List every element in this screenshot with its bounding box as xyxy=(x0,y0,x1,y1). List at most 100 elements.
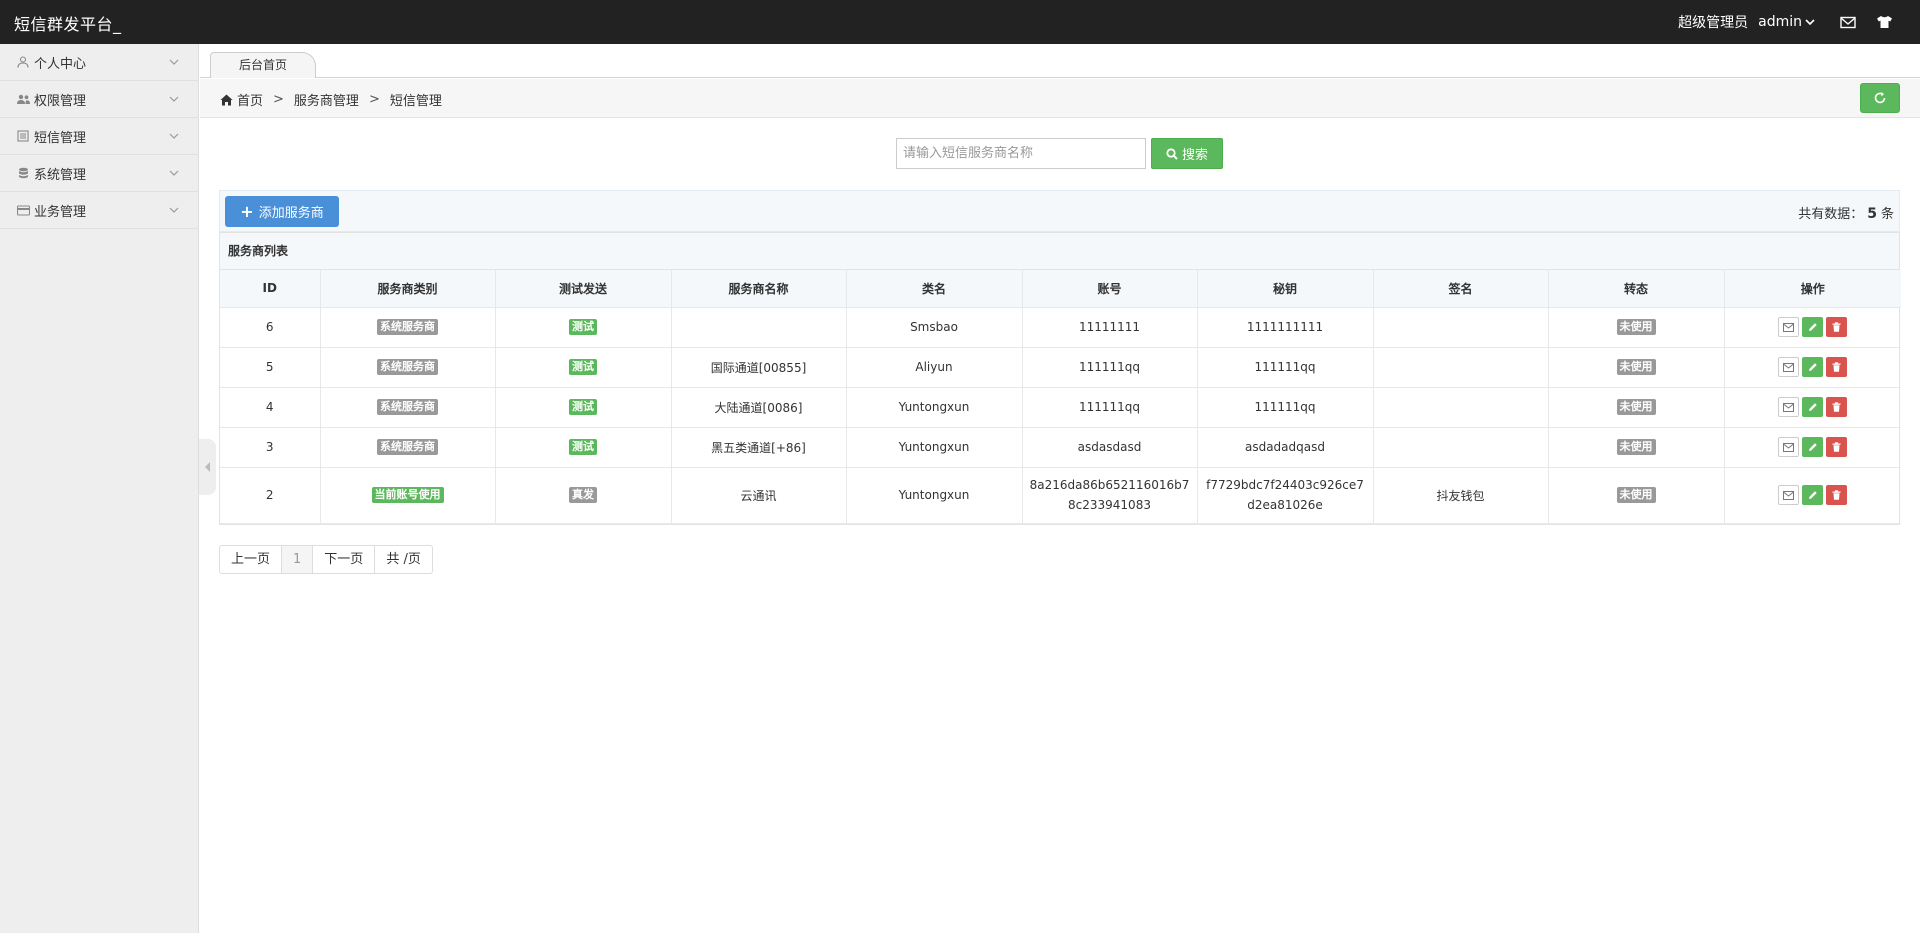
cell-category: 系统服务商 xyxy=(320,387,496,428)
edit-button[interactable] xyxy=(1802,397,1824,417)
cell-class-name: Aliyun xyxy=(846,347,1023,388)
sidebar-item-system[interactable]: 系统管理 xyxy=(0,155,198,192)
delete-button[interactable] xyxy=(1826,485,1848,505)
test-send-badge[interactable]: 测试 xyxy=(569,399,597,415)
envelope-icon xyxy=(1783,322,1795,332)
sidebar-item-permissions[interactable]: 权限管理 xyxy=(0,81,198,118)
sidebar-item-personal[interactable]: 个人中心 xyxy=(0,44,198,81)
sidebar-collapse-toggle[interactable] xyxy=(199,439,216,495)
search-input[interactable] xyxy=(896,138,1146,169)
next-page-button[interactable]: 下一页 xyxy=(313,546,376,573)
tshirt-icon[interactable] xyxy=(1874,12,1894,32)
tab-dashboard[interactable]: 后台首页 xyxy=(210,52,316,78)
user-icon xyxy=(16,55,30,69)
status-badge: 未使用 xyxy=(1616,399,1656,415)
cell-account: asdasdasd xyxy=(1022,427,1198,468)
delete-button[interactable] xyxy=(1826,397,1848,417)
sidebar-item-business[interactable]: 业务管理 xyxy=(0,192,198,229)
column-header: 服务商名称 xyxy=(671,270,847,308)
chevron-down-icon xyxy=(169,207,179,213)
send-message-button[interactable] xyxy=(1778,397,1800,417)
add-provider-button[interactable]: + 添加服务商 xyxy=(225,196,339,227)
cell-account: 8a216da86b652116016b78c233941083 xyxy=(1022,467,1198,524)
delete-button[interactable] xyxy=(1826,357,1848,377)
total-count: 共有数据： 5 条 xyxy=(1798,203,1894,222)
cell-id: 4 xyxy=(220,387,321,428)
pencil-icon xyxy=(1808,442,1818,452)
cell-secret: f7729bdc7f24403c926ce7d2ea81026e xyxy=(1197,467,1374,524)
cell-secret: 111111qq xyxy=(1197,387,1374,428)
cell-actions xyxy=(1724,467,1901,524)
list-toolbar: + 添加服务商 共有数据： 5 条 xyxy=(219,190,1900,232)
cell-provider-name: 国际通道[00855] xyxy=(671,347,847,388)
table-row: 2 当前账号使用 真发 云通讯 Yuntongxun 8a216da86b65211601… xyxy=(220,467,1901,524)
envelope-icon[interactable] xyxy=(1838,12,1858,32)
cell-provider-name: 云通讯 xyxy=(671,467,847,524)
cell-status: 未使用 xyxy=(1548,467,1725,524)
trash-icon xyxy=(1832,322,1841,332)
test-send-badge[interactable]: 真发 xyxy=(569,487,597,503)
app-title: 短信群发平台_ xyxy=(14,15,122,34)
header-right: 超级管理员 admin xyxy=(1678,0,1894,44)
table-header-row: ID 服务商类别 测试发送 服务商名称 类名 账号 秘钥 签名 转态 操作 xyxy=(220,270,1901,308)
current-page[interactable]: 1 xyxy=(282,546,314,573)
trash-icon xyxy=(1832,490,1841,500)
cell-signature: 抖友钱包 xyxy=(1373,467,1549,524)
column-header: 秘钥 xyxy=(1197,270,1374,308)
test-send-badge[interactable]: 测试 xyxy=(569,359,597,375)
cell-actions xyxy=(1724,427,1901,468)
column-header: 测试发送 xyxy=(495,270,672,308)
delete-button[interactable] xyxy=(1826,437,1848,457)
table-row: 3 系统服务商 测试 黑五类通道[+86] Yuntongxun asdasdasd asd… xyxy=(220,427,1901,468)
send-message-button[interactable] xyxy=(1778,317,1800,337)
prev-page-button[interactable]: 上一页 xyxy=(220,546,283,573)
cell-secret: asdadadqasd xyxy=(1197,427,1374,468)
delete-button[interactable] xyxy=(1826,317,1848,337)
breadcrumb-provider-mgmt[interactable]: 服务商管理 xyxy=(294,90,359,109)
cell-category: 系统服务商 xyxy=(320,347,496,388)
pencil-icon xyxy=(1808,362,1818,372)
test-send-badge[interactable]: 测试 xyxy=(569,439,597,455)
envelope-icon xyxy=(1783,490,1795,500)
category-badge: 系统服务商 xyxy=(377,319,438,335)
refresh-button[interactable] xyxy=(1860,83,1900,113)
chevron-down-icon xyxy=(169,170,179,176)
search-button[interactable]: 搜索 xyxy=(1151,138,1223,169)
edit-button[interactable] xyxy=(1802,437,1824,457)
cell-class-name: Yuntongxun xyxy=(846,427,1023,468)
column-header: ID xyxy=(220,270,321,308)
send-message-button[interactable] xyxy=(1778,485,1800,505)
top-header: 短信群发平台_ 超级管理员 admin xyxy=(0,0,1920,44)
cell-actions xyxy=(1724,387,1901,428)
provider-table: ID 服务商类别 测试发送 服务商名称 类名 账号 秘钥 签名 转态 操作 6 系… xyxy=(220,270,1901,524)
category-badge: 系统服务商 xyxy=(377,359,438,375)
pencil-icon xyxy=(1808,490,1818,500)
sidebar-item-sms[interactable]: 短信管理 xyxy=(0,118,198,155)
send-message-button[interactable] xyxy=(1778,357,1800,377)
user-role: 超级管理员 xyxy=(1678,15,1749,31)
cell-provider-name: 黑五类通道[+86] xyxy=(671,427,847,468)
category-badge: 当前账号使用 xyxy=(371,487,444,503)
user-menu[interactable]: admin xyxy=(1758,14,1816,30)
send-message-button[interactable] xyxy=(1778,437,1800,457)
edit-button[interactable] xyxy=(1802,317,1824,337)
sidebar-item-label: 权限管理 xyxy=(34,93,87,109)
edit-button[interactable] xyxy=(1802,485,1824,505)
cell-secret: 1111111111 xyxy=(1197,307,1374,348)
edit-button[interactable] xyxy=(1802,357,1824,377)
total-suffix: 条 xyxy=(1880,207,1894,222)
table-row: 5 系统服务商 测试 国际通道[00855] Aliyun 111111qq 111111q… xyxy=(220,347,1901,388)
caret-left-icon xyxy=(204,462,210,472)
breadcrumb-home[interactable]: 首页 xyxy=(237,90,263,109)
cell-class-name: Smsbao xyxy=(846,307,1023,348)
cell-class-name: Yuntongxun xyxy=(846,387,1023,428)
cell-actions xyxy=(1724,307,1901,348)
cell-category: 系统服务商 xyxy=(320,427,496,468)
sidebar-item-label: 个人中心 xyxy=(34,56,87,72)
test-send-badge[interactable]: 测试 xyxy=(569,319,597,335)
trash-icon xyxy=(1832,442,1841,452)
panel-title: 服务商列表 xyxy=(220,233,1899,270)
book-icon xyxy=(16,129,30,143)
cell-account: 111111qq xyxy=(1022,347,1198,388)
add-provider-label: 添加服务商 xyxy=(258,206,324,221)
